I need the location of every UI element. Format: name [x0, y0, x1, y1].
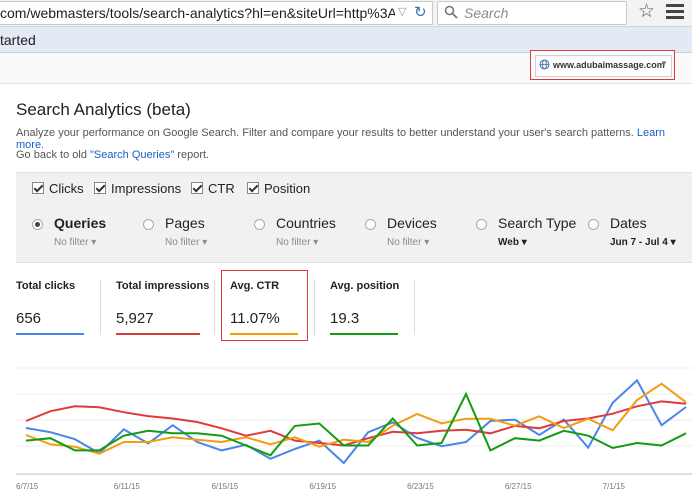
- dimension-label[interactable]: Countries: [276, 215, 336, 231]
- dimension-label[interactable]: Pages: [165, 215, 205, 231]
- dimension-label[interactable]: Devices: [387, 215, 437, 231]
- divider: [100, 280, 101, 335]
- search-placeholder[interactable]: Search: [464, 5, 508, 21]
- checkbox-checked-icon[interactable]: [191, 182, 203, 194]
- old-report-suffix: report.: [174, 149, 210, 161]
- browser-search-box[interactable]: Search: [437, 1, 627, 25]
- divider: [414, 280, 415, 335]
- dimension-filter-dropdown[interactable]: No filter ▾: [54, 237, 96, 248]
- page-title: Search Analytics (beta): [16, 100, 191, 119]
- radio-selected-icon[interactable]: [32, 219, 43, 230]
- divider: [314, 280, 315, 335]
- site-selector[interactable]: www.adubaimassage.com ▼: [535, 55, 672, 77]
- x-tick-label: 7/1/15: [603, 482, 626, 491]
- series-color-bar: [116, 333, 200, 335]
- x-tick-label: 6/15/15: [212, 482, 239, 491]
- avg-position-card[interactable]: Avg. position 19.3: [330, 280, 400, 335]
- dimension-label[interactable]: Dates: [610, 215, 647, 231]
- dimension-filter-dropdown[interactable]: No filter ▾: [276, 237, 318, 248]
- x-tick-label: 6/19/15: [309, 482, 336, 491]
- total-clicks-card[interactable]: Total clicks 656: [16, 280, 84, 335]
- dimension-label[interactable]: Search Type: [498, 215, 576, 231]
- metric-label[interactable]: Impressions: [111, 181, 181, 196]
- x-tick-label: 6/11/15: [114, 482, 141, 491]
- total-value: 11.07%: [230, 310, 280, 327]
- dimension-filter-label[interactable]: Jun 7 - Jul 4: [610, 237, 668, 248]
- dimension-label[interactable]: Queries: [54, 215, 106, 231]
- total-label: Total impressions: [116, 280, 210, 292]
- checkbox-checked-icon[interactable]: [247, 182, 259, 194]
- x-tick-label: 6/7/15: [16, 482, 39, 491]
- total-impressions-card[interactable]: Total impressions 5,927: [116, 280, 210, 335]
- menu-icon[interactable]: [666, 4, 684, 22]
- browser-toolbar: com/webmasters/tools/search-analytics?hl…: [0, 0, 692, 27]
- dimension-filter-dropdown[interactable]: Jun 7 - Jul 4 ▾: [610, 237, 676, 248]
- reload-icon[interactable]: ↻: [414, 3, 427, 21]
- metric-label[interactable]: Clicks: [49, 181, 84, 196]
- dimension-filter-dropdown[interactable]: No filter ▾: [165, 237, 207, 248]
- radio-icon[interactable]: [365, 219, 376, 230]
- checkbox-checked-icon[interactable]: [94, 182, 106, 194]
- dimension-filter-label[interactable]: No filter: [276, 237, 310, 248]
- performance-line-chart[interactable]: 6/7/15 6/11/15 6/15/15 6/19/15 6/23/15 6/27/1…: [16, 364, 692, 496]
- address-bar-url[interactable]: com/webmasters/tools/search-analytics?hl…: [0, 5, 395, 21]
- dimension-filter-label[interactable]: No filter: [165, 237, 199, 248]
- metric-checkbox-position[interactable]: Position: [247, 181, 310, 196]
- dimension-filter-dropdown[interactable]: No filter ▾: [387, 237, 429, 248]
- radio-icon[interactable]: [588, 219, 599, 230]
- total-value: 19.3: [330, 310, 360, 327]
- old-report-prefix: Go back to old: [16, 149, 90, 161]
- series-color-bar: [16, 333, 84, 335]
- chevron-down-icon[interactable]: ▼: [660, 59, 668, 68]
- metric-checkbox-impressions[interactable]: Impressions: [94, 181, 181, 196]
- total-value: 5,927: [116, 310, 154, 327]
- metric-label[interactable]: CTR: [208, 181, 235, 196]
- metric-label[interactable]: Position: [264, 181, 310, 196]
- divider: [214, 280, 215, 335]
- bookmark-star-icon[interactable]: ☆: [638, 0, 655, 23]
- site-selector-label[interactable]: www.adubaimassage.com: [553, 60, 665, 70]
- radio-icon[interactable]: [476, 219, 487, 230]
- radio-icon[interactable]: [143, 219, 154, 230]
- x-tick-label: 6/27/15: [505, 482, 532, 491]
- search-icon: [444, 5, 458, 19]
- dimension-filter-label[interactable]: No filter: [54, 237, 88, 248]
- x-tick-label: 6/23/15: [407, 482, 434, 491]
- old-report-notice: Go back to old "Search Queries" report.: [16, 149, 209, 161]
- metric-checkbox-clicks[interactable]: Clicks: [32, 181, 84, 196]
- series-line-impressions[interactable]: [25, 400, 687, 447]
- bookmark-item[interactable]: tarted: [0, 32, 36, 48]
- series-color-bar: [330, 333, 398, 335]
- total-label: Avg. CTR: [230, 280, 280, 292]
- dimension-filter-label[interactable]: Web: [498, 237, 519, 248]
- site-selector-highlight: www.adubaimassage.com ▼: [530, 50, 675, 80]
- url-history-dropdown-icon[interactable]: ▽: [398, 5, 406, 18]
- series-color-bar: [230, 333, 298, 335]
- page-description-text: Analyze your performance on Google Searc…: [16, 127, 634, 139]
- total-label: Total clicks: [16, 280, 76, 292]
- total-label: Avg. position: [330, 280, 400, 292]
- total-value: 656: [16, 310, 42, 327]
- metrics-toolbar: Clicks Impressions CTR Position: [16, 172, 692, 206]
- page-description: Analyze your performance on Google Searc…: [16, 127, 692, 151]
- dimension-filter-dropdown[interactable]: Web ▾: [498, 237, 527, 248]
- globe-icon: [539, 59, 550, 70]
- address-bar[interactable]: com/webmasters/tools/search-analytics?hl…: [0, 1, 433, 25]
- old-report-link[interactable]: "Search Queries": [90, 149, 174, 161]
- radio-icon[interactable]: [254, 219, 265, 230]
- dimensions-toolbar: Queries No filter ▾ Pages No filter ▾ Co…: [16, 205, 692, 263]
- series-line-clicks[interactable]: [25, 378, 687, 465]
- checkbox-checked-icon[interactable]: [32, 182, 44, 194]
- avg-ctr-card[interactable]: Avg. CTR 11.07%: [230, 280, 298, 335]
- metric-checkbox-ctr[interactable]: CTR: [191, 181, 235, 196]
- dimension-filter-label[interactable]: No filter: [387, 237, 421, 248]
